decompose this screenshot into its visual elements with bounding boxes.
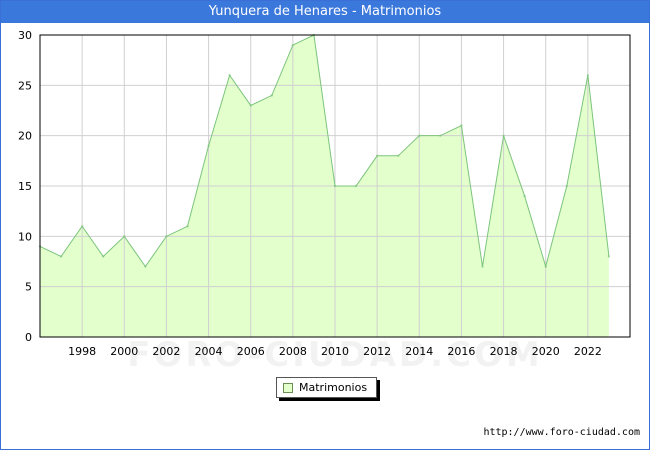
data-point [144, 265, 147, 268]
x-tick-label: 2016 [447, 345, 475, 358]
x-tick-label: 2000 [110, 345, 138, 358]
data-point [544, 265, 547, 268]
data-point [333, 184, 337, 188]
data-point [607, 255, 611, 258]
data-point [418, 134, 421, 137]
data-point [186, 225, 189, 228]
data-point [80, 225, 84, 228]
y-tick-label: 5 [25, 281, 32, 294]
source-url: http://www.foro-ciudad.com [483, 427, 640, 438]
data-point [375, 154, 379, 157]
y-tick-label: 30 [18, 29, 32, 42]
data-point [249, 104, 252, 107]
x-tick-label: 2022 [574, 345, 602, 358]
data-point [481, 265, 484, 268]
data-point [523, 194, 526, 198]
x-tick-label: 2004 [195, 345, 223, 358]
data-point [291, 43, 295, 47]
legend-label: Matrimonios [299, 381, 368, 394]
y-tick-label: 10 [18, 230, 32, 243]
x-tick-label: 2012 [363, 345, 391, 358]
data-point [102, 255, 105, 258]
x-tick-label: 2014 [405, 345, 433, 358]
data-point [228, 74, 231, 77]
data-point [460, 124, 463, 127]
data-point [207, 144, 210, 147]
x-tick-label: 2018 [490, 345, 518, 358]
y-tick-label: 25 [18, 79, 32, 92]
x-tick-label: 1998 [68, 345, 96, 358]
y-tick-label: 15 [18, 180, 32, 193]
y-tick-label: 0 [25, 331, 32, 344]
y-tick-label: 20 [18, 130, 32, 143]
data-point [354, 184, 358, 188]
data-point [586, 74, 590, 77]
data-point [439, 134, 442, 137]
data-point [565, 184, 568, 188]
x-tick-label: 2002 [152, 345, 180, 358]
data-point [502, 134, 505, 137]
data-point [397, 154, 400, 157]
data-point [123, 235, 126, 238]
data-point [165, 235, 168, 238]
x-tick-label: 2020 [532, 345, 560, 358]
legend-swatch [283, 382, 293, 393]
data-point [59, 255, 63, 258]
x-tick-label: 2010 [321, 345, 349, 358]
x-tick-label: 2006 [237, 345, 265, 358]
data-point [270, 94, 273, 97]
x-tick-label: 2008 [279, 345, 307, 358]
legend: Matrimonios [276, 377, 378, 398]
